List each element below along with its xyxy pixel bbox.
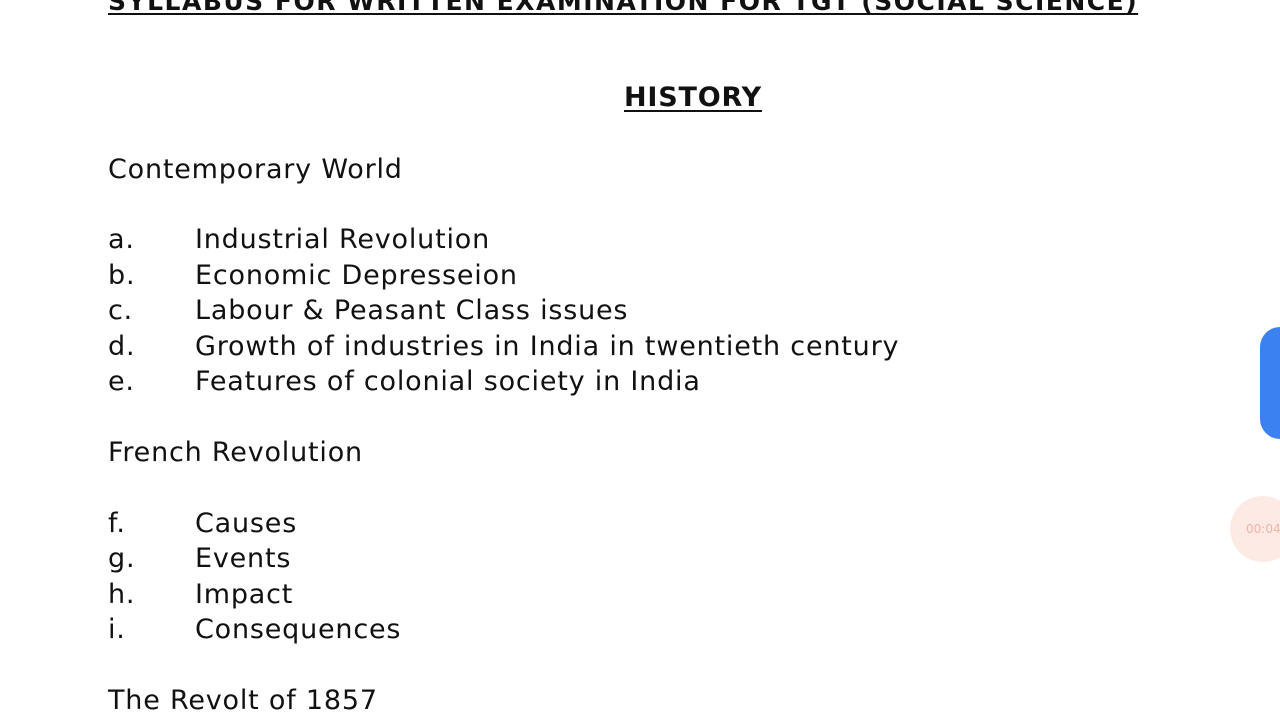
list-item-text: Events	[195, 543, 292, 574]
list-marker: g.	[108, 543, 136, 574]
list-item-text: Industrial Revolution	[195, 224, 490, 255]
list-item-text: Impact	[195, 579, 294, 610]
recording-timer: 00:04	[1246, 522, 1280, 536]
floating-side-tab[interactable]	[1260, 327, 1280, 439]
topic-heading: The Revolt of 1857	[108, 685, 378, 716]
list-marker: h.	[108, 579, 136, 610]
list-item-text: Labour & Peasant Class issues	[195, 295, 629, 326]
section-heading: HISTORY	[624, 82, 762, 113]
topic-heading: French Revolution	[108, 437, 363, 468]
list-item-text: Consequences	[195, 614, 402, 645]
list-marker: d.	[108, 331, 136, 362]
list-marker: i.	[108, 614, 126, 645]
document-title: SYLLABUS FOR WRITTEN EXAMINATION FOR TGT…	[108, 0, 1139, 16]
list-marker: f.	[108, 508, 126, 539]
topic-heading: Contemporary World	[108, 154, 403, 185]
list-item-text: Causes	[195, 508, 298, 539]
list-marker: a.	[108, 224, 135, 255]
list-marker: c.	[108, 295, 134, 326]
list-item-text: Growth of industries in India in twentie…	[195, 331, 900, 362]
list-marker: b.	[108, 260, 136, 291]
list-item-text: Features of colonial society in India	[195, 366, 701, 397]
list-item-text: Economic Depresseion	[195, 260, 518, 291]
list-marker: e.	[108, 366, 135, 397]
